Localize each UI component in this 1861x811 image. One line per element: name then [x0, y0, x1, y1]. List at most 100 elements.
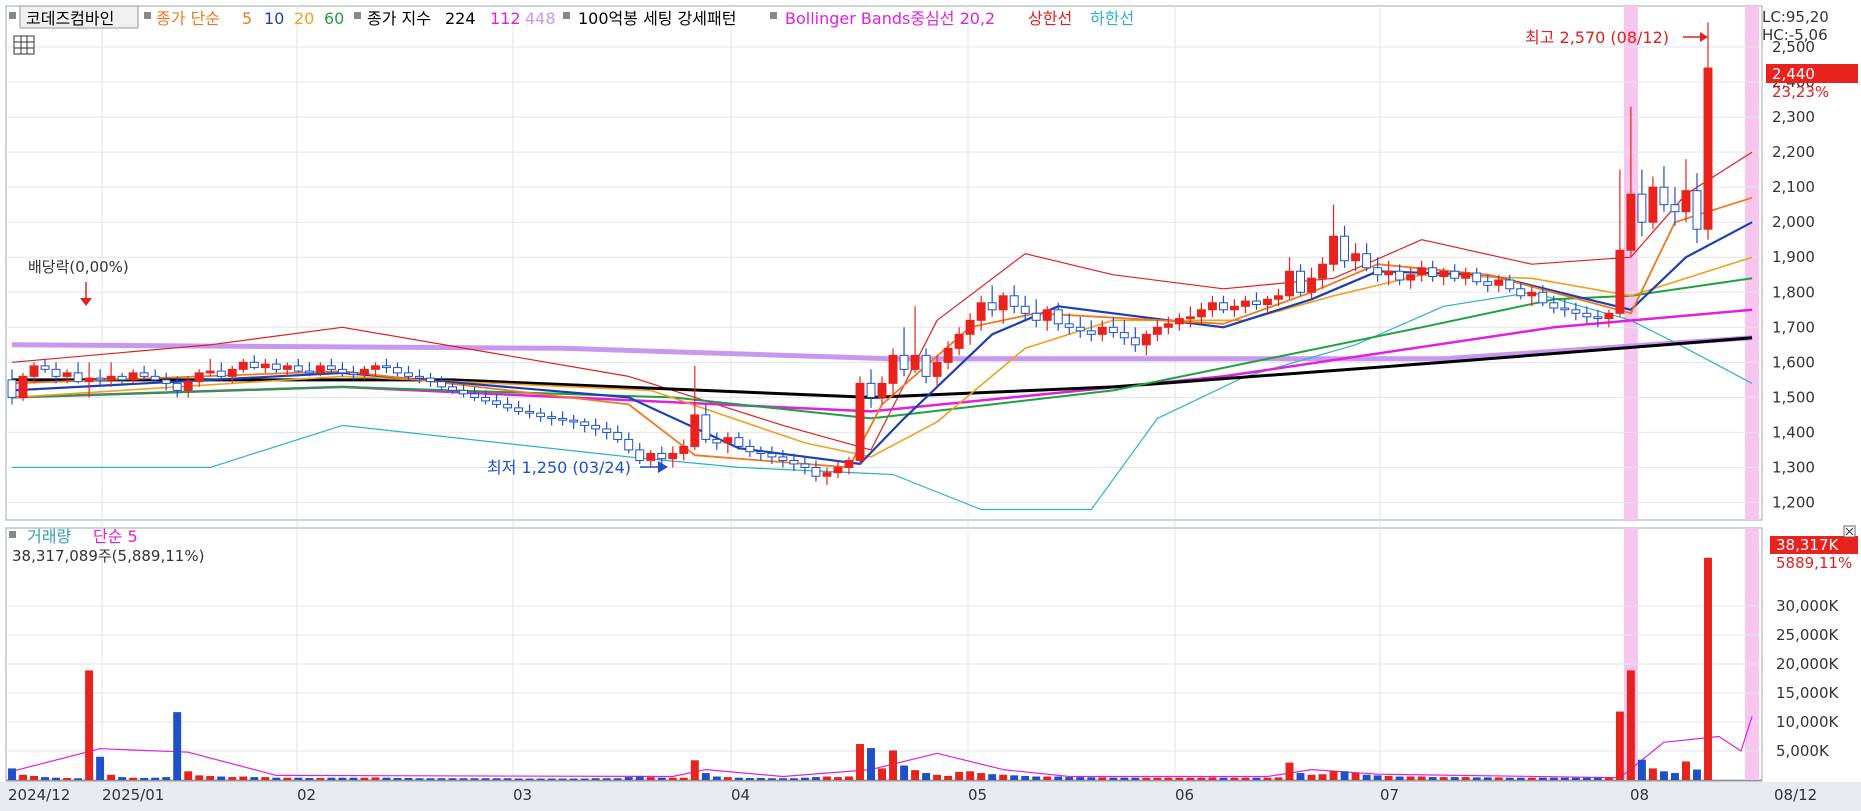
volume-bar — [1704, 557, 1712, 780]
date-label: 06 — [1175, 786, 1194, 804]
volume-bar — [635, 776, 644, 780]
volume-bar — [1186, 777, 1195, 780]
candle-body — [1307, 277, 1316, 293]
candle-body — [877, 382, 887, 398]
ma-period-5[interactable]: 5 — [242, 9, 252, 28]
volume-bar — [1648, 768, 1657, 780]
volume-bar — [360, 777, 369, 780]
candle-body — [337, 368, 347, 374]
candle-body — [1439, 270, 1449, 278]
volume-bar — [85, 670, 94, 780]
candle-body — [668, 452, 678, 460]
candle-body — [1152, 326, 1162, 335]
volume-bar — [140, 777, 149, 780]
volume-bar — [1318, 774, 1327, 780]
stock-name[interactable]: 코데즈컴바인 — [26, 9, 114, 28]
index-period-448[interactable]: 448 — [525, 9, 556, 28]
volume-bar — [41, 777, 50, 780]
volume-bar — [338, 777, 347, 780]
volume-bar — [448, 778, 457, 780]
volume-bar — [1670, 773, 1679, 780]
candle-body — [95, 377, 105, 381]
volume-bar — [1032, 776, 1041, 780]
volume-tick: 25,000K — [1776, 626, 1839, 644]
volume-bar — [1582, 777, 1591, 780]
volume-bar — [129, 777, 138, 780]
volume-bar — [415, 778, 424, 780]
volume-bar — [1175, 777, 1184, 780]
volume-bar — [1362, 774, 1371, 780]
candle-body — [1373, 267, 1383, 276]
date-axis-strip — [0, 782, 1861, 811]
volume-bar — [228, 777, 237, 780]
candle-body — [657, 452, 667, 460]
panel-close-icon[interactable] — [1843, 525, 1856, 538]
bb-upper-label[interactable]: 상한선 — [1028, 9, 1072, 28]
candle-body — [778, 456, 788, 461]
volume-bar — [1340, 771, 1349, 780]
candle-body — [227, 368, 237, 377]
volume-bar — [96, 756, 105, 780]
volume-bar — [1252, 777, 1261, 780]
bb-lower-label[interactable]: 하한선 — [1090, 9, 1134, 28]
candle-body — [84, 377, 94, 383]
volume-bar — [646, 777, 655, 780]
ma-period-10[interactable]: 10 — [264, 9, 284, 28]
volume-bar — [900, 765, 909, 780]
volume-bar — [1637, 759, 1646, 780]
candle-body — [1516, 288, 1526, 297]
candle-body — [1692, 190, 1702, 230]
volume-bar — [1098, 777, 1107, 780]
date-label: 2025/01 — [102, 786, 164, 804]
volume-bar — [944, 775, 953, 780]
index-period-224[interactable]: 224 — [445, 9, 476, 28]
volume-bar — [1043, 776, 1052, 780]
candle-body — [1340, 235, 1350, 262]
index-period-112[interactable]: 112 — [490, 9, 521, 28]
volume-bar — [74, 778, 83, 780]
candle-body — [1593, 316, 1603, 320]
index-label[interactable]: 종가 지수 — [367, 9, 431, 28]
volume-bar — [250, 777, 259, 780]
lc-value: LC:95,20 — [1762, 8, 1829, 26]
candle-body — [998, 295, 1008, 311]
pattern-label[interactable]: 100억봉 세팅 강세패턴 — [578, 9, 736, 28]
volume-bar — [1505, 777, 1514, 780]
volume-bar — [789, 778, 798, 780]
high-annotation: 최고 2,570 (08/12) — [1525, 28, 1669, 47]
candle-body — [1703, 67, 1713, 230]
candle-body — [1207, 302, 1217, 311]
candle-body — [1494, 279, 1504, 286]
candle-body — [701, 414, 711, 440]
volume-bar — [162, 777, 171, 780]
candle-body — [1604, 312, 1614, 320]
ma-label[interactable]: 종가 단순 — [156, 9, 220, 28]
candle-body — [1505, 279, 1515, 290]
volume-ma-label[interactable]: 단순 5 — [93, 527, 138, 546]
volume-bar — [613, 778, 622, 780]
bb-label[interactable]: Bollinger Bands중심선 20,2 — [785, 9, 995, 28]
volume-bar — [1483, 777, 1492, 780]
volume-bar — [1076, 777, 1085, 780]
volume-bar — [437, 778, 446, 780]
candle-body — [1582, 312, 1592, 318]
ma-period-60[interactable]: 60 — [324, 9, 344, 28]
volume-bar — [492, 778, 501, 780]
volume-title[interactable]: 거래량 — [27, 527, 71, 546]
candle-body — [1483, 281, 1493, 286]
candle-body — [1406, 274, 1416, 281]
ma-period-20[interactable]: 20 — [294, 9, 314, 28]
candle-body — [1119, 332, 1129, 339]
volume-bar — [668, 777, 677, 780]
volume-bar — [922, 773, 931, 780]
price-tick: 1,700 — [1772, 318, 1815, 336]
candle-body — [1163, 323, 1173, 328]
candle-body — [492, 400, 502, 405]
candle-body — [1549, 302, 1559, 309]
price-axis: 2,500 2,400 2,300 2,200 2,100 2,000 1,90… — [1772, 38, 1815, 511]
table-toggle-icon[interactable] — [13, 35, 35, 55]
candle-body — [734, 437, 744, 447]
volume-bar — [1021, 775, 1030, 780]
volume-bar — [999, 774, 1008, 780]
volume-bar — [1538, 777, 1547, 780]
